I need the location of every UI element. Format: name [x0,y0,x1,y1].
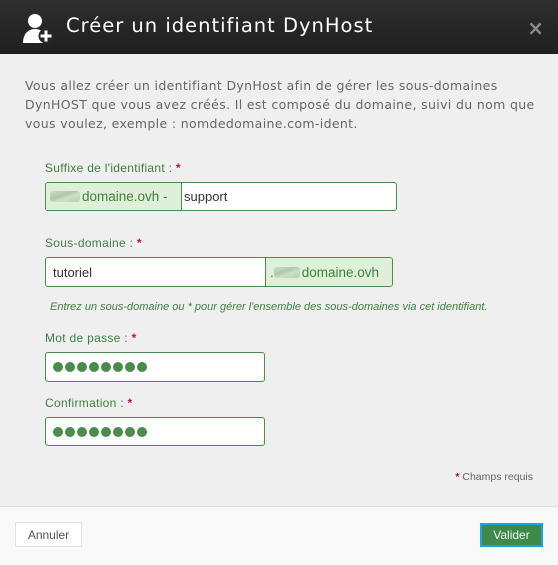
required-marker: * [127,396,133,410]
password-label: Mot de passe : * [45,331,137,345]
subdomain-label-text: Sous-domaine : [45,236,134,250]
mask-dot [77,427,87,437]
mask-dot [65,362,75,372]
suffix-label: Suffixe de l'identifiant : * [45,161,181,175]
confirmation-input[interactable] [45,417,265,446]
intro-text: Vous allez créer un identifiant DynHost … [25,78,535,131]
mask-dot [89,362,99,372]
required-note-text: Champs requis [462,471,533,483]
redacted-blur [50,191,80,202]
mask-dot [113,362,123,372]
mask-dot [101,427,111,437]
confirmation-mask [53,427,147,437]
dialog-body: Vous allez créer un identifiant DynHost … [0,54,558,506]
mask-dot [137,427,147,437]
mask-dot [125,427,135,437]
mask-dot [89,427,99,437]
mask-dot [77,362,87,372]
add-user-icon [23,14,54,44]
password-mask [53,362,147,372]
mask-dot [137,362,147,372]
subdomain-label: Sous-domaine : * [45,236,142,250]
dialog-header: Créer un identifiant DynHost × [0,0,558,54]
suffix-prefix-text: domaine.ovh - [82,189,168,204]
suffix-label-text: Suffixe de l'identifiant : [45,161,173,175]
required-marker: * [455,471,460,483]
subdomain-input[interactable]: tutoriel [53,258,92,286]
mask-dot [53,362,63,372]
validate-button[interactable]: Valider [480,523,543,547]
suffix-input[interactable]: support [184,183,227,210]
required-marker: * [175,161,181,175]
subdomain-suffix-domain: domaine.ovh [301,264,380,280]
required-marker: * [136,236,142,250]
subdomain-field[interactable]: tutoriel . domaine.ovh [45,257,393,287]
subdomain-suffix-addon: . domaine.ovh [265,258,392,286]
password-label-text: Mot de passe : [45,331,128,345]
subdomain-help-text: Entrez un sous-domaine ou * pour gérer l… [50,301,488,313]
redacted-blur [273,266,300,278]
password-input[interactable] [45,352,265,382]
suffix-field[interactable]: domaine.ovh - support [45,182,397,211]
mask-dot [101,362,111,372]
dialog-title: Créer un identifiant DynHost [66,14,374,37]
mask-dot [113,427,123,437]
close-icon[interactable]: × [527,18,544,38]
required-note: * Champs requis [455,471,533,483]
confirmation-label: Confirmation : * [45,396,133,410]
mask-dot [65,427,75,437]
dialog-footer: Annuler Valider [0,506,558,565]
confirmation-label-text: Confirmation : [45,396,124,410]
suffix-prefix-addon: domaine.ovh - [46,183,182,210]
cancel-button[interactable]: Annuler [15,522,82,547]
required-marker: * [131,331,137,345]
mask-dot [53,427,63,437]
mask-dot [125,362,135,372]
